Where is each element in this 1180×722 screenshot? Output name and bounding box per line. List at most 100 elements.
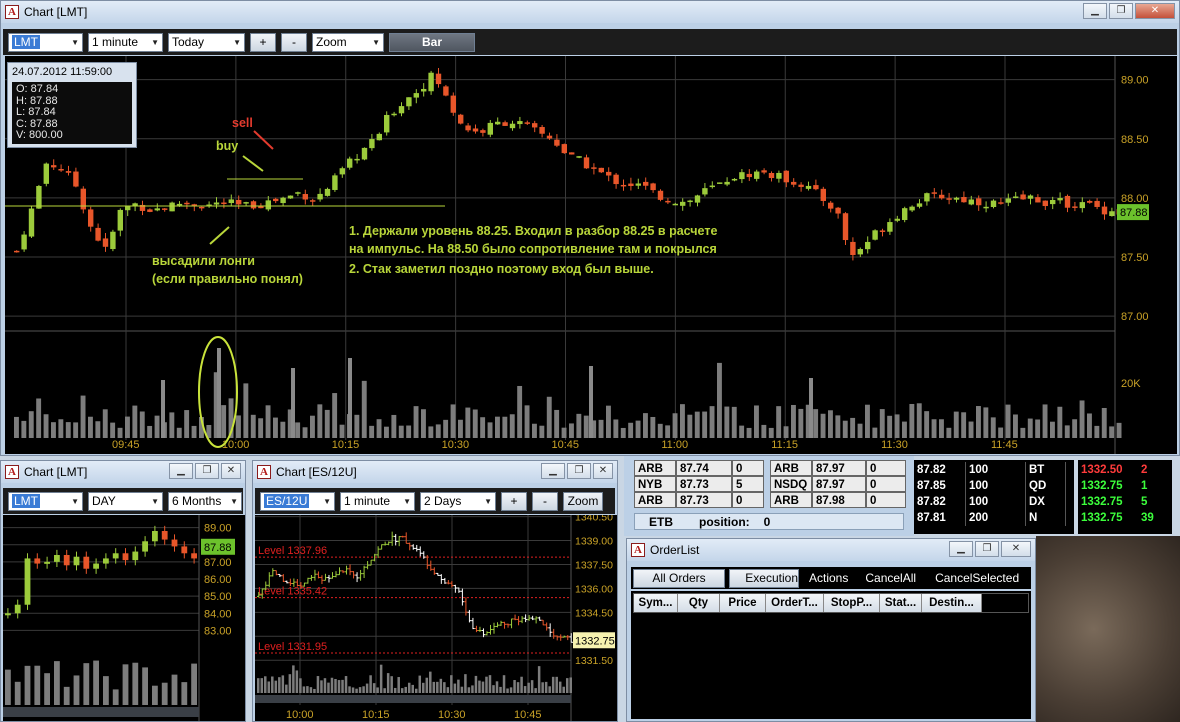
candle-body (14, 604, 21, 614)
volume-bar (391, 414, 397, 438)
y-tick-label: 88.00 (1121, 193, 1149, 205)
table-row[interactable]: ARB 87.74 0 (634, 460, 764, 476)
zoom-out-button[interactable]: - (532, 491, 558, 511)
table-row[interactable]: ARB 87.73 0 (634, 492, 764, 508)
table-row[interactable]: NSDQ 87.97 0 (770, 476, 906, 492)
symbol-select[interactable]: ES/12U ▼ (260, 491, 335, 511)
y-tick-label: 1334.50 (575, 607, 613, 619)
tab-all-orders[interactable]: All Orders (633, 568, 725, 588)
chart-style-button[interactable]: Bar (389, 32, 475, 52)
column-header[interactable]: Price (720, 594, 766, 612)
zoom-select[interactable]: Zoom ▼ (312, 32, 384, 52)
candle-body (1013, 196, 1019, 198)
minimize-icon[interactable]: ▁ (949, 541, 973, 557)
column-header[interactable]: Sym... (634, 594, 678, 612)
volume-bar (306, 686, 309, 693)
daily-price-chart[interactable]: 89.0088.0087.0086.0085.0084.0083.0087.88 (3, 515, 245, 721)
table-row[interactable]: ARB 87.97 0 (770, 460, 906, 476)
cancel-all-button[interactable]: CancelAll (865, 571, 916, 585)
restore-icon[interactable]: ❐ (975, 541, 999, 557)
close-icon[interactable]: ✕ (593, 463, 613, 479)
table-row[interactable]: 87.85 100 QD (914, 478, 1074, 494)
table-row[interactable]: 1332.75 1 (1078, 478, 1172, 494)
column-header[interactable]: Destin... (922, 594, 982, 612)
candle-body (680, 201, 686, 206)
range-select[interactable]: Today ▼ (168, 32, 245, 52)
level2-bid-table[interactable]: ARB 87.74 0 NYB 87.73 5 ARB 87.73 0 (634, 460, 764, 508)
volume-bar (487, 422, 493, 438)
range-select[interactable]: 6 Months ▼ (168, 491, 242, 511)
table-row[interactable]: 87.82 100 DX (914, 494, 1074, 510)
close-icon[interactable]: ✕ (221, 463, 241, 479)
info-open: O: 87.84 (16, 83, 59, 95)
symbol-select[interactable]: LMT ▼ (8, 491, 83, 511)
table-row[interactable]: 1332.75 5 (1078, 494, 1172, 510)
volume-bar (250, 414, 256, 438)
table-cell: 1332.75 (1081, 480, 1123, 492)
table-row[interactable]: NYB 87.73 5 (634, 476, 764, 492)
volume-bar (472, 409, 478, 438)
table-row[interactable]: 1332.75 39 (1078, 510, 1172, 526)
table-row[interactable]: 87.82 100 BT (914, 462, 1074, 478)
main-price-chart[interactable]: 89.00 88.50 88.00 87.50 87.00 09:45 10:00 10:15… (5, 56, 1177, 454)
es-price-chart[interactable]: 1340.501339.001337.501336.001334.501333.… (255, 515, 617, 721)
minimize-icon[interactable]: ▁ (1083, 3, 1107, 19)
column-header[interactable]: Stat... (880, 594, 922, 612)
table-row[interactable]: 1332.50 2 (1078, 462, 1172, 478)
x-tick-label: 10:15 (332, 439, 360, 451)
daily-chart-titlebar[interactable]: A Chart [LMT] ▁ ❐ ✕ (1, 461, 245, 483)
zoom-button[interactable]: Zoom (563, 491, 603, 511)
volume-bar (323, 678, 327, 693)
interval-select[interactable]: 1 minute ▼ (340, 491, 415, 511)
table-row[interactable]: 87.81 200 N (914, 510, 1074, 526)
column-header[interactable]: OrderT... (766, 594, 824, 612)
es-chart-titlebar[interactable]: A Chart [ES/12U] ▁ ❐ ✕ (253, 461, 617, 483)
es-tape-table[interactable]: 1332.50 2 1332.75 1 1332.75 5 1332.75 39 (1078, 460, 1172, 534)
actions-menu[interactable]: Actions (809, 571, 848, 585)
interval-select[interactable]: DAY ▼ (88, 491, 163, 511)
table-cell: NYB (634, 476, 676, 492)
volume-bar (694, 411, 700, 438)
restore-icon[interactable]: ❐ (567, 463, 591, 479)
orderlist-titlebar[interactable]: A OrderList ▁ ❐ ✕ (627, 539, 1035, 561)
range-select[interactable]: 2 Days ▼ (420, 491, 496, 511)
volume-bar (523, 686, 527, 693)
volume-bar (400, 688, 404, 693)
symbol-select[interactable]: LMT ▼ (8, 32, 83, 52)
volume-bar (961, 412, 967, 438)
minimize-icon[interactable]: ▁ (169, 463, 193, 479)
candle-body (191, 553, 197, 559)
level2-ask-table[interactable]: ARB 87.97 0 NSDQ 87.97 0 ARB 87.98 0 (770, 460, 906, 508)
minimize-icon[interactable]: ▁ (541, 463, 565, 479)
candle-body (776, 172, 782, 179)
volume-bar (432, 681, 436, 693)
volume-bar (1050, 421, 1055, 438)
column-header[interactable]: Qty (678, 594, 720, 612)
volume-bar (309, 687, 313, 693)
interval-select[interactable]: 1 minute ▼ (88, 32, 163, 52)
close-icon[interactable]: ✕ (1001, 541, 1031, 557)
candle-body (546, 135, 553, 139)
column-header[interactable]: StopP... (824, 594, 880, 612)
table-row[interactable]: ARB 87.98 0 (770, 492, 906, 508)
time-sales-table[interactable]: 87.82 100 BT 87.85 100 QD 87.82 100 DX 87.81 200 N (914, 460, 1074, 534)
volume-bar (103, 676, 109, 705)
candle-body (95, 227, 101, 241)
zoom-in-button[interactable]: + (250, 32, 276, 52)
volume-bar (835, 415, 841, 438)
main-chart-titlebar[interactable]: A Chart [LMT] ▁ ❐ ✕ (1, 1, 1179, 23)
volume-bar (324, 409, 330, 438)
orderlist-grid[interactable]: Sym... Qty Price OrderT... StopP... Stat... De… (631, 591, 1031, 719)
zoom-out-button[interactable]: - (281, 32, 307, 52)
volume-bar (34, 665, 41, 705)
cancel-selected-button[interactable]: CancelSelected (935, 571, 1019, 585)
volume-bar (14, 416, 19, 438)
tab-execution[interactable]: Execution (729, 568, 799, 588)
volume-bar (404, 686, 407, 693)
volume-bar (709, 406, 715, 438)
zoom-in-button[interactable]: + (501, 491, 527, 511)
candle-body (450, 95, 456, 113)
restore-icon[interactable]: ❐ (1109, 3, 1133, 19)
restore-icon[interactable]: ❐ (195, 463, 219, 479)
close-icon[interactable]: ✕ (1135, 3, 1175, 19)
